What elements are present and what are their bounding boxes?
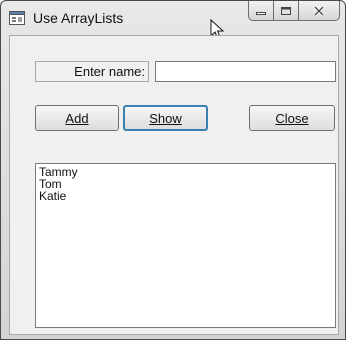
add-button-label: Add — [65, 110, 89, 126]
close-button[interactable]: Close — [249, 105, 335, 131]
names-listbox[interactable]: Tammy Tom Katie — [35, 163, 336, 328]
close-window-button[interactable] — [299, 1, 340, 21]
minimize-button[interactable] — [248, 1, 274, 21]
title-bar[interactable]: Use ArrayLists — [1, 1, 345, 40]
list-item[interactable]: Katie — [39, 190, 332, 202]
app-window: Use ArrayLists Enter name: Add Show Clos… — [0, 0, 346, 340]
list-item[interactable]: Tom — [39, 178, 332, 190]
list-item[interactable]: Tammy — [39, 166, 332, 178]
add-button[interactable]: Add — [35, 105, 119, 131]
form-client-area: Enter name: Add Show Close Tammy Tom Kat… — [9, 35, 339, 335]
close-button-label: Close — [275, 110, 309, 126]
caption-buttons — [248, 1, 340, 22]
enter-name-label: Enter name: — [35, 61, 149, 82]
maximize-icon — [281, 6, 291, 15]
window-app-icon[interactable] — [9, 11, 25, 25]
show-button[interactable]: Show — [123, 105, 208, 131]
maximize-button[interactable] — [274, 1, 299, 21]
close-icon — [313, 5, 325, 16]
window-title: Use ArrayLists — [33, 10, 124, 26]
show-button-label: Show — [149, 110, 182, 126]
minimize-icon — [256, 11, 266, 15]
name-input[interactable] — [155, 61, 336, 82]
